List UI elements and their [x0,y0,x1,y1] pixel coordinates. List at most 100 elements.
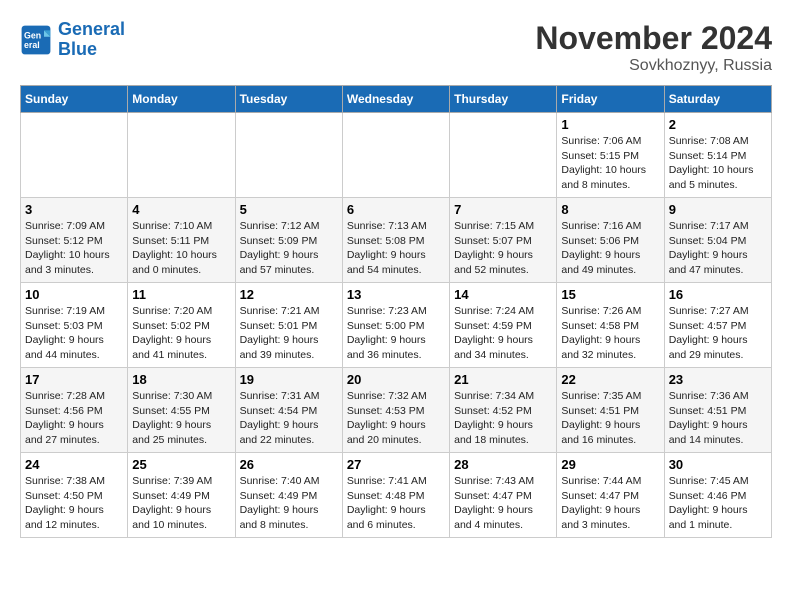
day-info: Sunrise: 7:28 AM Sunset: 4:56 PM Dayligh… [25,389,123,448]
calendar-cell [450,113,557,198]
weekday-header: Sunday [21,86,128,113]
day-info: Sunrise: 7:26 AM Sunset: 4:58 PM Dayligh… [561,304,659,363]
day-info: Sunrise: 7:30 AM Sunset: 4:55 PM Dayligh… [132,389,230,448]
calendar-cell: 7 Sunrise: 7:15 AM Sunset: 5:07 PM Daylig… [450,198,557,283]
logo-icon: Gen eral [20,24,52,56]
day-info: Sunrise: 7:24 AM Sunset: 4:59 PM Dayligh… [454,304,552,363]
day-number: 22 [561,372,659,387]
day-number: 21 [454,372,552,387]
day-number: 30 [669,457,767,472]
month-title: November 2024 [535,20,772,57]
calendar-cell: 4 Sunrise: 7:10 AM Sunset: 5:11 PM Daylig… [128,198,235,283]
location: Sovkhoznyy, Russia [535,57,772,75]
calendar-cell: 27 Sunrise: 7:41 AM Sunset: 4:48 PM Dayli… [342,453,449,538]
logo-line1: General [58,19,125,39]
day-info: Sunrise: 7:21 AM Sunset: 5:01 PM Dayligh… [240,304,338,363]
calendar-cell: 1 Sunrise: 7:06 AM Sunset: 5:15 PM Daylig… [557,113,664,198]
day-number: 5 [240,202,338,217]
calendar-cell: 5 Sunrise: 7:12 AM Sunset: 5:09 PM Daylig… [235,198,342,283]
calendar-cell: 13Sunrise: 7:23 AM Sunset: 5:00 PM Dayli… [342,283,449,368]
calendar-cell: 24 Sunrise: 7:38 AM Sunset: 4:50 PM Dayli… [21,453,128,538]
weekday-header: Monday [128,86,235,113]
calendar-cell: 17 Sunrise: 7:28 AM Sunset: 4:56 PM Dayli… [21,368,128,453]
calendar-cell: 19 Sunrise: 7:31 AM Sunset: 4:54 PM Dayli… [235,368,342,453]
logo-text: General Blue [58,20,125,60]
day-info: Sunrise: 7:15 AM Sunset: 5:07 PM Dayligh… [454,219,552,278]
day-number: 16 [669,287,767,302]
calendar-cell: 18 Sunrise: 7:30 AM Sunset: 4:55 PM Dayli… [128,368,235,453]
calendar-week-row: 10 Sunrise: 7:19 AM Sunset: 5:03 PM Dayli… [21,283,772,368]
day-number: 25 [132,457,230,472]
calendar-cell: 11Sunrise: 7:20 AM Sunset: 5:02 PM Dayli… [128,283,235,368]
day-info: Sunrise: 7:09 AM Sunset: 5:12 PM Dayligh… [25,219,123,278]
day-number: 6 [347,202,445,217]
weekday-header-row: SundayMondayTuesdayWednesdayThursdayFrid… [21,86,772,113]
calendar-cell: 22Sunrise: 7:35 AM Sunset: 4:51 PM Dayli… [557,368,664,453]
calendar-cell: 8 Sunrise: 7:16 AM Sunset: 5:06 PM Daylig… [557,198,664,283]
calendar-cell [342,113,449,198]
day-info: Sunrise: 7:19 AM Sunset: 5:03 PM Dayligh… [25,304,123,363]
day-info: Sunrise: 7:12 AM Sunset: 5:09 PM Dayligh… [240,219,338,278]
calendar-cell: 12 Sunrise: 7:21 AM Sunset: 5:01 PM Dayli… [235,283,342,368]
day-info: Sunrise: 7:06 AM Sunset: 5:15 PM Dayligh… [561,134,659,193]
day-info: Sunrise: 7:38 AM Sunset: 4:50 PM Dayligh… [25,474,123,533]
calendar-table: SundayMondayTuesdayWednesdayThursdayFrid… [20,85,772,538]
day-number: 29 [561,457,659,472]
calendar-cell: 29Sunrise: 7:44 AM Sunset: 4:47 PM Dayli… [557,453,664,538]
day-number: 12 [240,287,338,302]
day-number: 19 [240,372,338,387]
day-info: Sunrise: 7:45 AM Sunset: 4:46 PM Dayligh… [669,474,767,533]
weekday-header: Tuesday [235,86,342,113]
day-number: 28 [454,457,552,472]
calendar-cell: 3 Sunrise: 7:09 AM Sunset: 5:12 PM Daylig… [21,198,128,283]
day-info: Sunrise: 7:17 AM Sunset: 5:04 PM Dayligh… [669,219,767,278]
calendar-cell: 30 Sunrise: 7:45 AM Sunset: 4:46 PM Dayli… [664,453,771,538]
page-header: Gen eral General Blue November 2024 Sovk… [20,20,772,75]
day-number: 24 [25,457,123,472]
weekday-header: Saturday [664,86,771,113]
calendar-cell: 15Sunrise: 7:26 AM Sunset: 4:58 PM Dayli… [557,283,664,368]
day-number: 18 [132,372,230,387]
title-block: November 2024 Sovkhoznyy, Russia [535,20,772,75]
calendar-cell: 6 Sunrise: 7:13 AM Sunset: 5:08 PM Daylig… [342,198,449,283]
day-number: 3 [25,202,123,217]
day-info: Sunrise: 7:31 AM Sunset: 4:54 PM Dayligh… [240,389,338,448]
calendar-cell [21,113,128,198]
svg-text:Gen: Gen [24,30,41,40]
day-number: 10 [25,287,123,302]
weekday-header: Wednesday [342,86,449,113]
day-info: Sunrise: 7:20 AM Sunset: 5:02 PM Dayligh… [132,304,230,363]
day-number: 17 [25,372,123,387]
day-info: Sunrise: 7:34 AM Sunset: 4:52 PM Dayligh… [454,389,552,448]
day-info: Sunrise: 7:10 AM Sunset: 5:11 PM Dayligh… [132,219,230,278]
day-number: 1 [561,117,659,132]
calendar-cell: 26Sunrise: 7:40 AM Sunset: 4:49 PM Dayli… [235,453,342,538]
svg-text:eral: eral [24,40,40,50]
weekday-header: Thursday [450,86,557,113]
calendar-cell: 25 Sunrise: 7:39 AM Sunset: 4:49 PM Dayli… [128,453,235,538]
calendar-cell: 16Sunrise: 7:27 AM Sunset: 4:57 PM Dayli… [664,283,771,368]
day-info: Sunrise: 7:39 AM Sunset: 4:49 PM Dayligh… [132,474,230,533]
calendar-cell: 23Sunrise: 7:36 AM Sunset: 4:51 PM Dayli… [664,368,771,453]
day-number: 26 [240,457,338,472]
calendar-week-row: 17 Sunrise: 7:28 AM Sunset: 4:56 PM Dayli… [21,368,772,453]
day-number: 14 [454,287,552,302]
day-info: Sunrise: 7:13 AM Sunset: 5:08 PM Dayligh… [347,219,445,278]
calendar-cell: 9 Sunrise: 7:17 AM Sunset: 5:04 PM Daylig… [664,198,771,283]
day-number: 8 [561,202,659,217]
day-number: 4 [132,202,230,217]
calendar-week-row: 3 Sunrise: 7:09 AM Sunset: 5:12 PM Daylig… [21,198,772,283]
weekday-header: Friday [557,86,664,113]
calendar-cell: 10 Sunrise: 7:19 AM Sunset: 5:03 PM Dayli… [21,283,128,368]
day-info: Sunrise: 7:23 AM Sunset: 5:00 PM Dayligh… [347,304,445,363]
day-info: Sunrise: 7:16 AM Sunset: 5:06 PM Dayligh… [561,219,659,278]
day-number: 9 [669,202,767,217]
day-number: 20 [347,372,445,387]
logo: Gen eral General Blue [20,20,125,60]
day-info: Sunrise: 7:36 AM Sunset: 4:51 PM Dayligh… [669,389,767,448]
calendar-cell: 2Sunrise: 7:08 AM Sunset: 5:14 PM Daylig… [664,113,771,198]
day-number: 7 [454,202,552,217]
day-number: 27 [347,457,445,472]
day-number: 2 [669,117,767,132]
day-info: Sunrise: 7:41 AM Sunset: 4:48 PM Dayligh… [347,474,445,533]
